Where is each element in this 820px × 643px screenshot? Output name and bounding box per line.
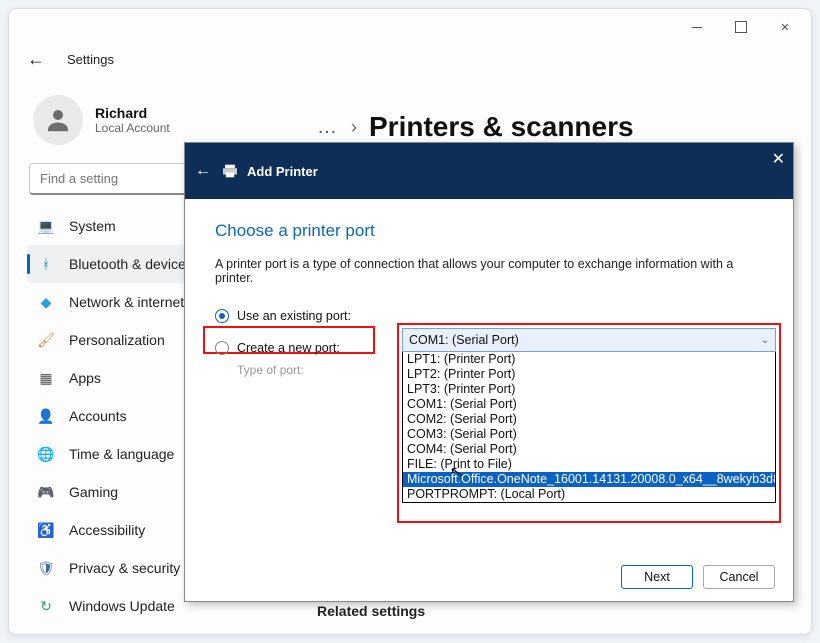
network-internet-icon: ◆ — [37, 293, 55, 311]
header-row: ← Settings — [9, 45, 811, 73]
dialog-footer: Next Cancel — [621, 565, 775, 589]
breadcrumb: … › Printers & scanners — [317, 111, 793, 143]
page-title: Printers & scanners — [369, 111, 634, 143]
port-dropdown-annotation: COM1: (Serial Port) ⌄ LPT1: (Printer Por… — [397, 323, 781, 523]
accessibility-icon: ♿ — [37, 521, 55, 539]
app-title: Settings — [67, 52, 114, 67]
radio-group: Use an existing port: Create a new port:… — [215, 309, 400, 377]
system-icon: 💻 — [37, 217, 55, 235]
chevron-right-icon: › — [351, 117, 357, 138]
port-option[interactable]: LPT3: (Printer Port) — [403, 382, 775, 397]
port-option[interactable]: FILE: (Print to File) — [403, 457, 775, 472]
avatar — [33, 95, 83, 145]
profile-name: Richard — [95, 105, 170, 121]
time-language-icon: 🌐 — [37, 445, 55, 463]
breadcrumb-dots[interactable]: … — [317, 116, 339, 139]
dialog-title: Add Printer — [247, 164, 318, 179]
port-selected-value: COM1: (Serial Port) — [409, 333, 519, 347]
port-option[interactable]: Microsoft.Office.OneNote_16001.14131.200… — [403, 472, 775, 487]
profile-sub: Local Account — [95, 121, 170, 135]
profile[interactable]: Richard Local Account — [33, 95, 287, 145]
printer-icon — [221, 164, 239, 178]
sidebar-item-label: Time & language — [69, 446, 174, 462]
privacy-security-icon: 🛡 — [37, 559, 55, 577]
back-icon[interactable]: ← — [27, 49, 45, 70]
sidebar-item-label: Accounts — [69, 408, 127, 424]
radio-bullet-selected-icon — [215, 309, 229, 323]
port-option[interactable]: PORTPROMPT: (Local Port) — [403, 487, 775, 502]
sidebar-item-label: Privacy & security — [69, 560, 180, 576]
port-option[interactable]: LPT2: (Printer Port) — [403, 367, 775, 382]
sidebar-item-label: Personalization — [69, 332, 165, 348]
chevron-down-icon: ⌄ — [761, 335, 769, 346]
dialog-close-icon[interactable]: ✕ — [772, 149, 785, 169]
sidebar-item-label: Network & internet — [69, 294, 184, 310]
sidebar-item-label: Bluetooth & devices — [69, 256, 193, 272]
person-icon — [43, 105, 73, 135]
port-option[interactable]: COM4: (Serial Port) — [403, 442, 775, 457]
minimize-button[interactable] — [675, 12, 719, 42]
gaming-icon: 🎮 — [37, 483, 55, 501]
port-option[interactable]: COM3: (Serial Port) — [403, 427, 775, 442]
radio-existing-label: Use an existing port: — [237, 309, 351, 323]
dialog-heading: Choose a printer port — [215, 221, 763, 241]
sidebar-item-label: System — [69, 218, 116, 234]
apps-icon: ▦ — [37, 369, 55, 387]
dialog-titlebar: ← Add Printer ✕ — [185, 143, 793, 199]
port-dropdown-list[interactable]: LPT1: (Printer Port)LPT2: (Printer Port)… — [402, 351, 776, 503]
port-combobox[interactable]: COM1: (Serial Port) ⌄ — [402, 328, 776, 352]
sidebar-item-label: Windows Update — [69, 598, 175, 614]
dialog-description: A printer port is a type of connection t… — [215, 257, 763, 285]
dialog-body: Choose a printer port A printer port is … — [185, 199, 793, 601]
port-option[interactable]: LPT1: (Printer Port) — [403, 352, 775, 367]
cancel-button[interactable]: Cancel — [703, 565, 775, 589]
radio-existing-port[interactable]: Use an existing port: — [215, 309, 400, 323]
next-button[interactable]: Next — [621, 565, 693, 589]
add-printer-dialog: ← Add Printer ✕ Choose a printer port A … — [184, 142, 794, 602]
dialog-back-icon[interactable]: ← — [195, 162, 211, 180]
sidebar-item-label: Apps — [69, 370, 101, 386]
radio-new-port[interactable]: Create a new port: — [215, 341, 400, 355]
personalization-icon: 🖌 — [37, 331, 55, 349]
close-button[interactable] — [763, 12, 807, 42]
maximize-button[interactable] — [719, 12, 763, 42]
window-titlebar — [9, 9, 811, 45]
sidebar-item-label: Accessibility — [69, 522, 145, 538]
related-heading: Related settings — [317, 603, 793, 619]
port-option[interactable]: COM1: (Serial Port) — [403, 397, 775, 412]
port-option[interactable]: COM2: (Serial Port) — [403, 412, 775, 427]
bluetooth-devices-icon: ᚼ — [37, 255, 55, 273]
type-of-port-label: Type of port: — [237, 363, 400, 377]
radio-bullet-icon — [215, 341, 229, 355]
accounts-icon: 👤 — [37, 407, 55, 425]
radio-new-label: Create a new port: — [237, 341, 340, 355]
sidebar-item-label: Gaming — [69, 484, 118, 500]
windows-update-icon: ↻ — [37, 597, 55, 615]
